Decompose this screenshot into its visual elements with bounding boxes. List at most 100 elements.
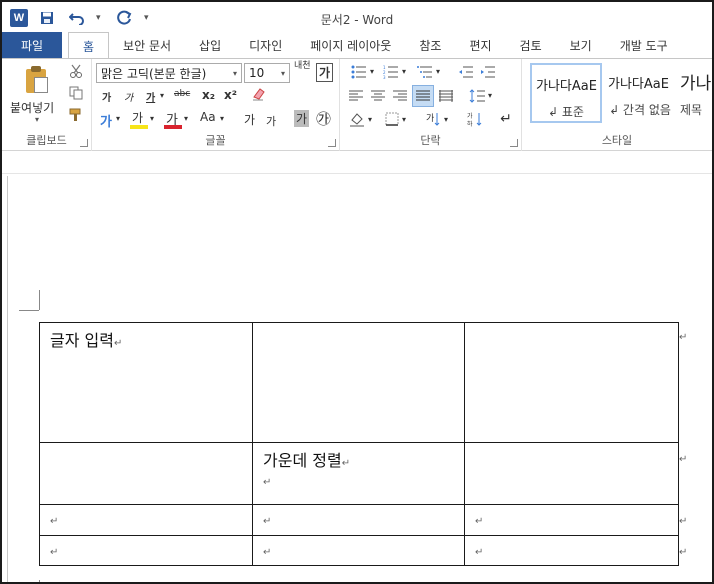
table-cell[interactable]: ↵ xyxy=(464,535,679,566)
text-direction-dropdown-icon[interactable]: ▾ xyxy=(444,115,448,124)
highlight-dropdown-icon[interactable]: ▾ xyxy=(150,114,154,123)
tab-view[interactable]: 보기 xyxy=(556,32,606,58)
font-color-dropdown-icon[interactable]: ▾ xyxy=(184,114,188,123)
italic-button[interactable]: 가 xyxy=(124,89,133,104)
change-case-dropdown-icon[interactable]: ▾ xyxy=(220,114,224,123)
align-left-icon[interactable] xyxy=(346,87,366,105)
document-table[interactable]: 글자 입력↵ 가운데 정렬↵ ↵ ↵ ↵ ↵ ↵ ↵ ↵ xyxy=(39,322,679,566)
increase-indent-icon[interactable] xyxy=(478,63,498,81)
underline-dropdown-icon[interactable]: ▾ xyxy=(160,91,164,100)
style-normal-sample: 가나다AaE xyxy=(536,79,597,94)
char-shading-button[interactable]: 가 xyxy=(294,110,310,127)
row-end-mark: ↵ xyxy=(679,516,688,527)
tab-review[interactable]: 검토 xyxy=(506,32,556,58)
bold-button[interactable]: 가 xyxy=(102,89,111,104)
enclose-char-button[interactable]: ㉮ xyxy=(316,108,331,129)
table-cell[interactable] xyxy=(464,442,679,505)
paragraph-group-label: 단락 xyxy=(420,134,441,147)
change-case-button[interactable]: Aa xyxy=(200,110,216,124)
text-effects-dropdown-icon[interactable]: ▾ xyxy=(116,114,120,123)
style-heading-sample: 가나 xyxy=(680,74,712,94)
table-cell[interactable] xyxy=(39,442,253,505)
tab-page-layout[interactable]: 페이지 레이아웃 xyxy=(296,32,405,58)
style-heading-name: 제목 xyxy=(680,103,703,117)
paragraph-launcher-icon[interactable] xyxy=(510,139,518,147)
tab-insert[interactable]: 삽입 xyxy=(185,32,235,58)
show-marks-icon[interactable]: ↵ xyxy=(496,109,516,129)
numbering-dropdown-icon[interactable]: ▾ xyxy=(402,67,406,76)
shrink-font-button[interactable]: 가 xyxy=(266,113,276,129)
phonetic-guide-button[interactable]: 내천 xyxy=(294,61,312,71)
clipboard-launcher-icon[interactable] xyxy=(80,139,88,147)
font-size-dropdown-icon[interactable]: ▾ xyxy=(281,69,285,78)
format-painter-icon[interactable] xyxy=(68,107,84,123)
table-cell[interactable]: 가운데 정렬↵ ↵ xyxy=(252,442,465,505)
table-cell[interactable]: ↵ xyxy=(464,504,679,536)
font-group-label: 글꼴 xyxy=(205,134,226,147)
borders-icon[interactable] xyxy=(382,109,402,129)
bullets-dropdown-icon[interactable]: ▾ xyxy=(370,67,374,76)
font-size-combo[interactable]: 10 ▾ xyxy=(244,63,290,83)
clear-formatting-icon[interactable] xyxy=(250,85,268,103)
style-no-spacing[interactable]: 가나다AaE ↲ 간격 없음 xyxy=(604,63,676,123)
decrease-indent-icon[interactable] xyxy=(456,63,476,81)
table-cell[interactable] xyxy=(252,322,465,443)
distributed-icon[interactable] xyxy=(436,87,456,105)
bullets-icon[interactable] xyxy=(348,63,370,81)
table-cell[interactable]: ↵ xyxy=(252,535,465,566)
paste-dropdown-icon[interactable]: ▾ xyxy=(35,115,39,124)
text-effects-button[interactable]: 가 xyxy=(100,111,112,130)
multilevel-list-icon[interactable] xyxy=(414,63,436,81)
table-cell[interactable] xyxy=(464,322,679,443)
shading-icon[interactable] xyxy=(346,109,368,129)
font-name-combo[interactable]: 맑은 고딕(본문 한글) ▾ xyxy=(96,63,242,83)
paragraph-mark: ↵ xyxy=(263,547,272,558)
font-launcher-icon[interactable] xyxy=(328,139,336,147)
svg-text:3: 3 xyxy=(383,75,386,79)
highlight-button[interactable]: 가 xyxy=(132,109,143,126)
align-right-icon[interactable] xyxy=(390,87,410,105)
text-direction-icon[interactable]: 가 xyxy=(422,109,444,129)
shading-dropdown-icon[interactable]: ▾ xyxy=(368,115,372,124)
strikethrough-button[interactable]: abc xyxy=(174,89,190,99)
justify-icon[interactable] xyxy=(412,85,434,107)
tab-references[interactable]: 참조 xyxy=(405,32,455,58)
table-row: 가운데 정렬↵ ↵ xyxy=(39,442,679,505)
paragraph-mark: ↵ xyxy=(50,547,59,558)
sort-icon[interactable]: 가하 xyxy=(464,109,486,129)
tab-file[interactable]: 파일 xyxy=(2,32,62,58)
multilevel-dropdown-icon[interactable]: ▾ xyxy=(436,67,440,76)
ribbon-collapse-area xyxy=(2,152,712,174)
page-bottom-mark xyxy=(39,580,40,582)
font-name-dropdown-icon[interactable]: ▾ xyxy=(233,69,237,78)
table-cell[interactable]: ↵ xyxy=(39,504,253,536)
paste-label[interactable]: 붙여넣기 xyxy=(10,99,54,116)
tab-home[interactable]: 홈 xyxy=(68,32,110,59)
table-cell[interactable]: 글자 입력↵ xyxy=(39,322,253,443)
numbering-icon[interactable]: 123 xyxy=(380,63,402,81)
document-area[interactable]: 글자 입력↵ 가운데 정렬↵ ↵ ↵ ↵ ↵ ↵ ↵ ↵ ↵ ↵ ↵ ↵ xyxy=(2,152,712,582)
style-heading[interactable]: 가나 제목 xyxy=(676,63,712,123)
align-center-icon[interactable] xyxy=(368,87,388,105)
paste-button[interactable] xyxy=(22,65,50,95)
tab-developer[interactable]: 개발 도구 xyxy=(606,32,682,58)
grow-font-button[interactable]: 가 xyxy=(244,111,255,128)
table-cell[interactable]: ↵ xyxy=(252,504,465,536)
borders-dropdown-icon[interactable]: ▾ xyxy=(402,115,406,124)
line-spacing-dropdown-icon[interactable]: ▾ xyxy=(488,91,492,100)
copy-icon[interactable] xyxy=(68,85,84,101)
cut-icon[interactable] xyxy=(68,63,84,79)
tab-design[interactable]: 디자인 xyxy=(235,32,296,58)
superscript-button[interactable]: x² xyxy=(224,88,237,102)
enclosed-char-button[interactable]: 가 xyxy=(316,63,334,82)
subscript-button[interactable]: x₂ xyxy=(202,88,215,102)
underline-button[interactable]: 가 xyxy=(146,89,155,104)
title-bar: W ▾ ▾ 문서2 - Word xyxy=(2,2,712,32)
style-normal-name: ↲ 표준 xyxy=(548,105,584,119)
tab-mailings[interactable]: 편지 xyxy=(455,32,505,58)
tab-security-document[interactable]: 보안 문서 xyxy=(109,32,185,58)
style-normal[interactable]: 가나다AaE ↲ 표준 xyxy=(530,63,602,123)
line-spacing-icon[interactable] xyxy=(466,87,488,105)
paragraph-mark: ↵ xyxy=(263,477,272,488)
table-cell[interactable]: ↵ xyxy=(39,535,253,566)
